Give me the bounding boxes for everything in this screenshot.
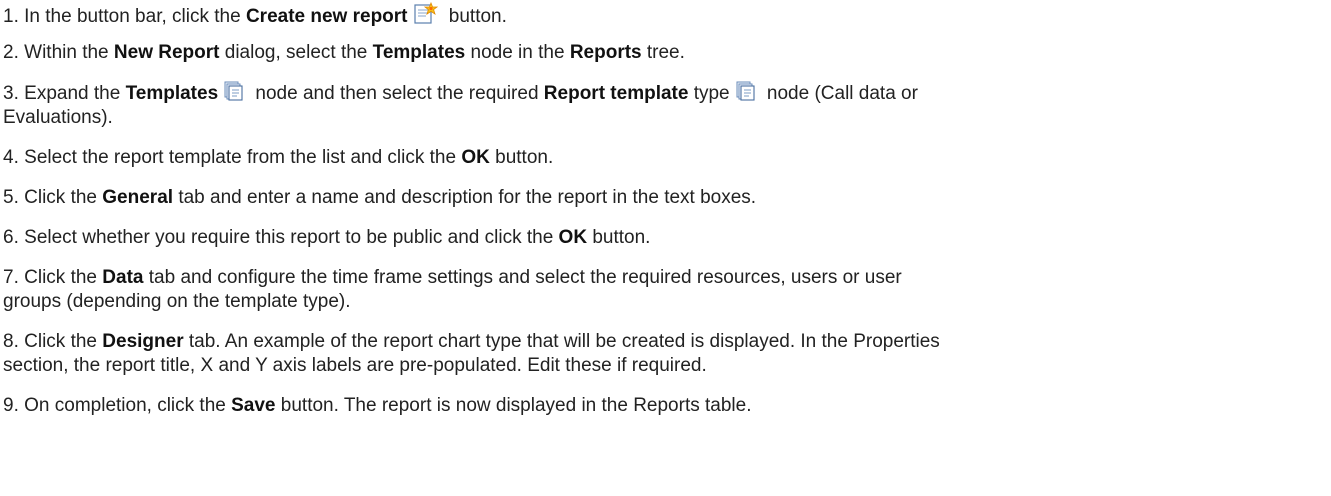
step-text: tab and configure the time frame setting… — [143, 267, 902, 288]
step-text: button. The report is now displayed in t… — [275, 395, 752, 416]
save-label: Save — [231, 395, 276, 416]
step-8-continuation: section, the report title, X and Y axis … — [3, 354, 1331, 378]
step-text: Expand the — [24, 83, 126, 104]
step-8: 8. Click the Designer tab. An example of… — [3, 330, 1331, 354]
step-number: 9. — [3, 395, 19, 416]
step-7-continuation: groups (depending on the template type). — [3, 290, 1331, 314]
step-text: node in the — [465, 42, 570, 63]
step-number: 6. — [3, 227, 19, 248]
step-text: Select whether you require this report t… — [24, 227, 559, 248]
step-text: tab. An example of the report chart type… — [183, 331, 940, 352]
step-text: button. — [489, 147, 554, 168]
reports-label: Reports — [569, 42, 642, 63]
new-report-label: New Report — [113, 42, 220, 63]
ok-label: OK — [461, 147, 490, 168]
step-number: 4. — [3, 147, 19, 168]
step-1: 1. In the button bar, click the Create n… — [3, 2, 1331, 29]
general-label: General — [102, 187, 174, 208]
step-text: node (Call data or — [761, 83, 918, 104]
step-9: 9. On completion, click the Save button.… — [3, 394, 1331, 418]
step-number: 5. — [3, 187, 19, 208]
instruction-steps: 1. In the button bar, click the Create n… — [0, 0, 1331, 418]
templates-label: Templates — [125, 83, 219, 104]
step-text: Evaluations). — [3, 107, 113, 128]
report-template-icon — [736, 81, 756, 101]
step-text: Click the — [24, 331, 103, 352]
step-text: type — [688, 83, 730, 104]
step-number: 1. — [3, 6, 19, 27]
step-text: Within the — [24, 42, 114, 63]
step-text: groups (depending on the template type). — [3, 291, 351, 312]
step-7: 7. Click the Data tab and configure the … — [3, 266, 1331, 290]
step-text: In the button bar, click the — [24, 6, 246, 27]
step-text: button. — [587, 227, 651, 248]
step-text: Select the report template from the list… — [24, 147, 462, 168]
step-text: On completion, click the — [24, 395, 232, 416]
ok-label: OK — [558, 227, 588, 248]
step-number: 8. — [3, 331, 19, 352]
step-3: 3. Expand the Templates node and then se… — [3, 81, 1331, 106]
templates-folder-icon — [224, 81, 244, 101]
step-6: 6. Select whether you require this repor… — [3, 226, 1331, 250]
report-template-label: Report template — [543, 83, 689, 104]
templates-label: Templates — [372, 42, 466, 63]
step-text: tree. — [641, 42, 685, 63]
step-text: Click the — [24, 267, 103, 288]
step-text: Click the — [24, 187, 103, 208]
step-2: 2. Within the New Report dialog, select … — [3, 41, 1331, 65]
step-3-continuation: Evaluations). — [3, 106, 1331, 130]
step-5: 5. Click the General tab and enter a nam… — [3, 186, 1331, 210]
data-label: Data — [102, 267, 144, 288]
step-text: node and then select the required — [250, 83, 544, 104]
step-text: tab and enter a name and description for… — [173, 187, 757, 208]
step-text: dialog, select the — [219, 42, 373, 63]
designer-label: Designer — [102, 331, 184, 352]
create-new-report-icon — [413, 2, 438, 24]
step-text: section, the report title, X and Y axis … — [3, 355, 707, 376]
create-new-report-label: Create new report — [245, 6, 408, 27]
step-number: 3. — [3, 83, 19, 104]
step-4: 4. Select the report template from the l… — [3, 146, 1331, 170]
step-text: button. — [443, 6, 507, 27]
step-number: 2. — [3, 42, 19, 63]
step-number: 7. — [3, 267, 19, 288]
